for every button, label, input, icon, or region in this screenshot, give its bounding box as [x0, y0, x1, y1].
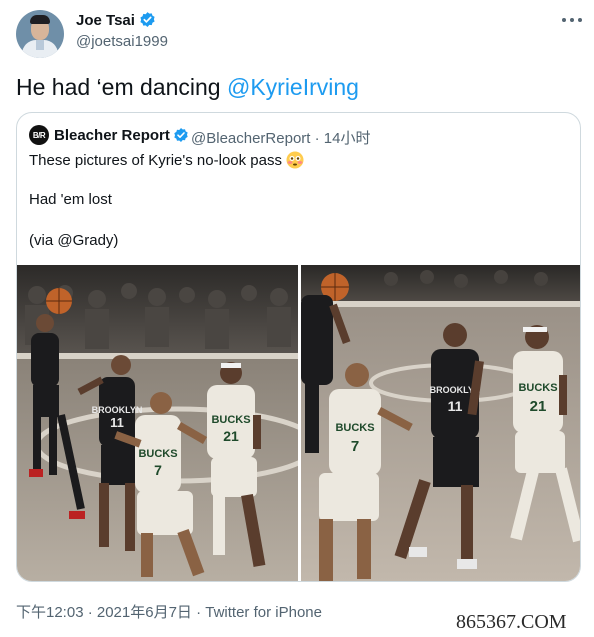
verified-icon: [174, 128, 188, 142]
tweet-timestamp[interactable]: 下午12:03 · 2021年6月7日 · Twitter for iPhone: [16, 601, 322, 622]
verified-icon: [140, 12, 155, 27]
quoted-text-1: These pictures of Kyrie's no-look pass: [29, 152, 282, 169]
photo1-jersey-a-number: 11: [110, 415, 124, 430]
watermark: 865367.COM: [456, 611, 567, 633]
quoted-author-name-text: Bleacher Report: [54, 127, 170, 144]
quoted-author-avatar: B/R: [29, 125, 49, 145]
tweet-text: He had ‘em dancing @KyrieIrving: [16, 74, 359, 101]
photo2-jersey-b-text: BUCKS: [335, 422, 374, 434]
photo1-jersey-b-number: 7: [154, 462, 162, 478]
photo-2[interactable]: BROOKLYN 11 BUCKS 7 BUCKS 21: [301, 265, 580, 581]
author-name[interactable]: Joe Tsai: [76, 11, 156, 29]
photo2-jersey-b-number: 7: [351, 438, 359, 455]
quoted-tweet-card[interactable]: B/R Bleacher Report @BleacherReport · 14…: [16, 112, 581, 582]
photo1-jersey-b-text: BUCKS: [138, 448, 177, 460]
author-name-text[interactable]: Joe Tsai: [76, 12, 135, 29]
media-grid: BROOKLYN 11 BUCKS 7 BUCKS 21 BROOKLYN 11…: [17, 265, 580, 581]
quoted-text-line-3: (via @Grady): [29, 232, 119, 249]
flushed-face-emoji-icon: [286, 151, 304, 169]
quoted-author-name: Bleacher Report: [54, 127, 189, 144]
author-handle[interactable]: @joetsai1999: [76, 33, 168, 50]
photo1-jersey-c-number: 21: [223, 428, 239, 444]
tweet-body: He had ‘em dancing: [16, 74, 227, 100]
photo2-jersey-c-number: 21: [530, 398, 547, 415]
mention-link[interactable]: @KyrieIrving: [227, 74, 359, 100]
photo2-jersey-c-text: BUCKS: [518, 382, 557, 394]
quoted-text-line-2: Had 'em lost: [29, 191, 112, 208]
photo2-jersey-a-number: 11: [448, 398, 463, 414]
photo-1[interactable]: BROOKLYN 11 BUCKS 7 BUCKS 21: [17, 265, 298, 581]
photo1-jersey-a-text: BROOKLYN: [92, 405, 143, 415]
photo1-jersey-c-text: BUCKS: [211, 414, 250, 426]
author-avatar[interactable]: [16, 10, 64, 58]
quoted-text-line-1: These pictures of Kyrie's no-look pass: [29, 151, 304, 169]
quoted-author-handle-time: @BleacherReport · 14小时: [191, 130, 371, 147]
more-icon[interactable]: [562, 12, 582, 28]
tweet: Joe Tsai @joetsai1999 He had ‘em dancing…: [0, 0, 594, 637]
